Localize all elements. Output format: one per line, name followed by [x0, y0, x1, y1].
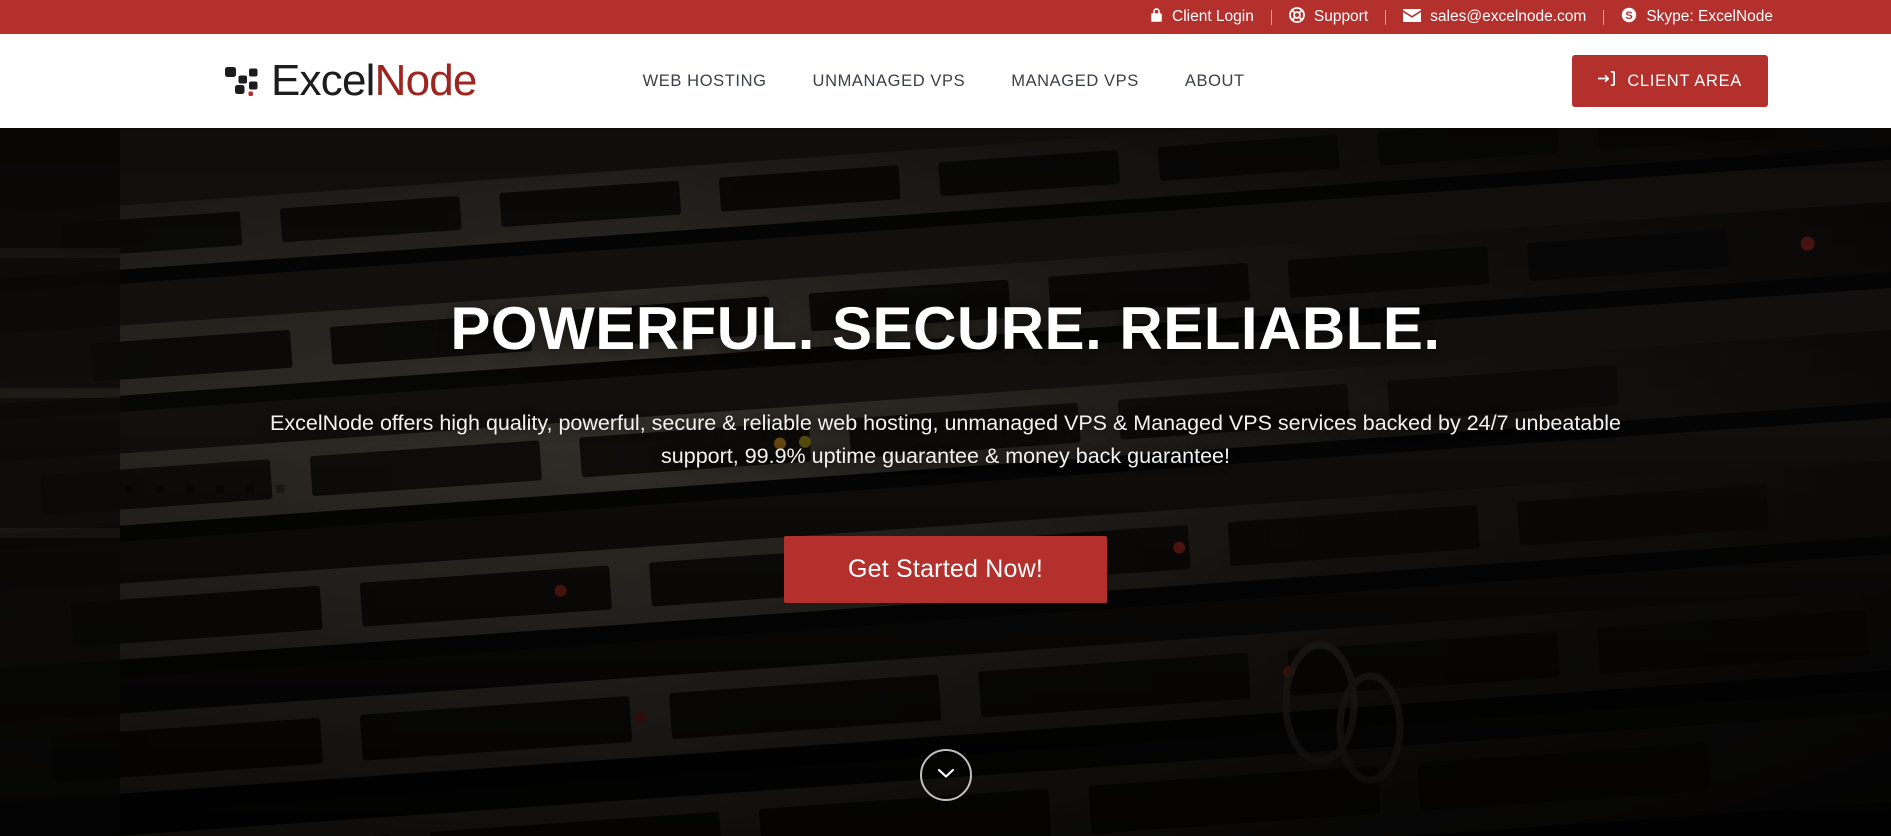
top-utility-bar: Client Login Support sales@excelnode.com	[0, 0, 1891, 34]
nav-item-unmanaged-vps[interactable]: UNMANAGED VPS	[790, 72, 989, 91]
envelope-icon	[1403, 8, 1422, 26]
lock-icon	[1150, 7, 1163, 27]
client-area-label: CLIENT AREA	[1627, 71, 1742, 90]
top-link-skype[interactable]: S Skype: ExcelNode	[1621, 7, 1773, 27]
nav-item-about[interactable]: ABOUT	[1162, 72, 1268, 91]
top-utility-links: Client Login Support sales@excelnode.com	[1150, 7, 1773, 27]
lifebuoy-icon	[1288, 7, 1305, 27]
svg-text:S: S	[1626, 10, 1633, 22]
divider	[1270, 9, 1272, 25]
top-link-email[interactable]: sales@excelnode.com	[1403, 8, 1587, 26]
nav-item-web-hosting[interactable]: WEB HOSTING	[620, 72, 790, 91]
top-link-support[interactable]: Support	[1288, 7, 1369, 27]
hero-section: POWERFUL. SECURE. RELIABLE. ExcelNode of…	[0, 128, 1891, 836]
top-link-label: sales@excelnode.com	[1430, 8, 1587, 26]
hero-cta-wrapper: Get Started Now!	[0, 535, 1891, 603]
chevron-down-icon	[937, 766, 955, 784]
top-link-label: Skype: ExcelNode	[1646, 8, 1773, 26]
divider	[1603, 9, 1605, 25]
hero-title: POWERFUL. SECURE. RELIABLE.	[450, 295, 1441, 362]
logo-text-secondary: Node	[374, 56, 478, 105]
client-area-button[interactable]: CLIENT AREA	[1572, 55, 1768, 107]
skype-icon: S	[1621, 7, 1637, 27]
divider	[1385, 9, 1387, 25]
top-link-client-login[interactable]: Client Login	[1150, 7, 1254, 27]
get-started-button[interactable]: Get Started Now!	[784, 535, 1107, 603]
nav-item-managed-vps[interactable]: MANAGED VPS	[988, 72, 1162, 91]
logo-text-primary: Excel	[271, 56, 375, 105]
network-nodes-icon	[225, 66, 261, 96]
main-navigation: WEB HOSTING UNMANAGED VPS MANAGED VPS AB…	[620, 72, 1268, 91]
logo-text: ExcelNode	[271, 59, 477, 103]
top-link-label: Client Login	[1172, 8, 1254, 26]
sign-in-icon	[1598, 71, 1616, 91]
top-link-label: Support	[1313, 8, 1369, 26]
hero-content: POWERFUL. SECURE. RELIABLE. ExcelNode of…	[0, 128, 1891, 603]
hero-subtitle: ExcelNode offers high quality, powerful,…	[270, 411, 1621, 469]
scroll-down-button[interactable]	[919, 749, 972, 801]
site-header: ExcelNode WEB HOSTING UNMANAGED VPS MANA…	[0, 34, 1891, 128]
site-logo[interactable]: ExcelNode	[225, 59, 477, 103]
